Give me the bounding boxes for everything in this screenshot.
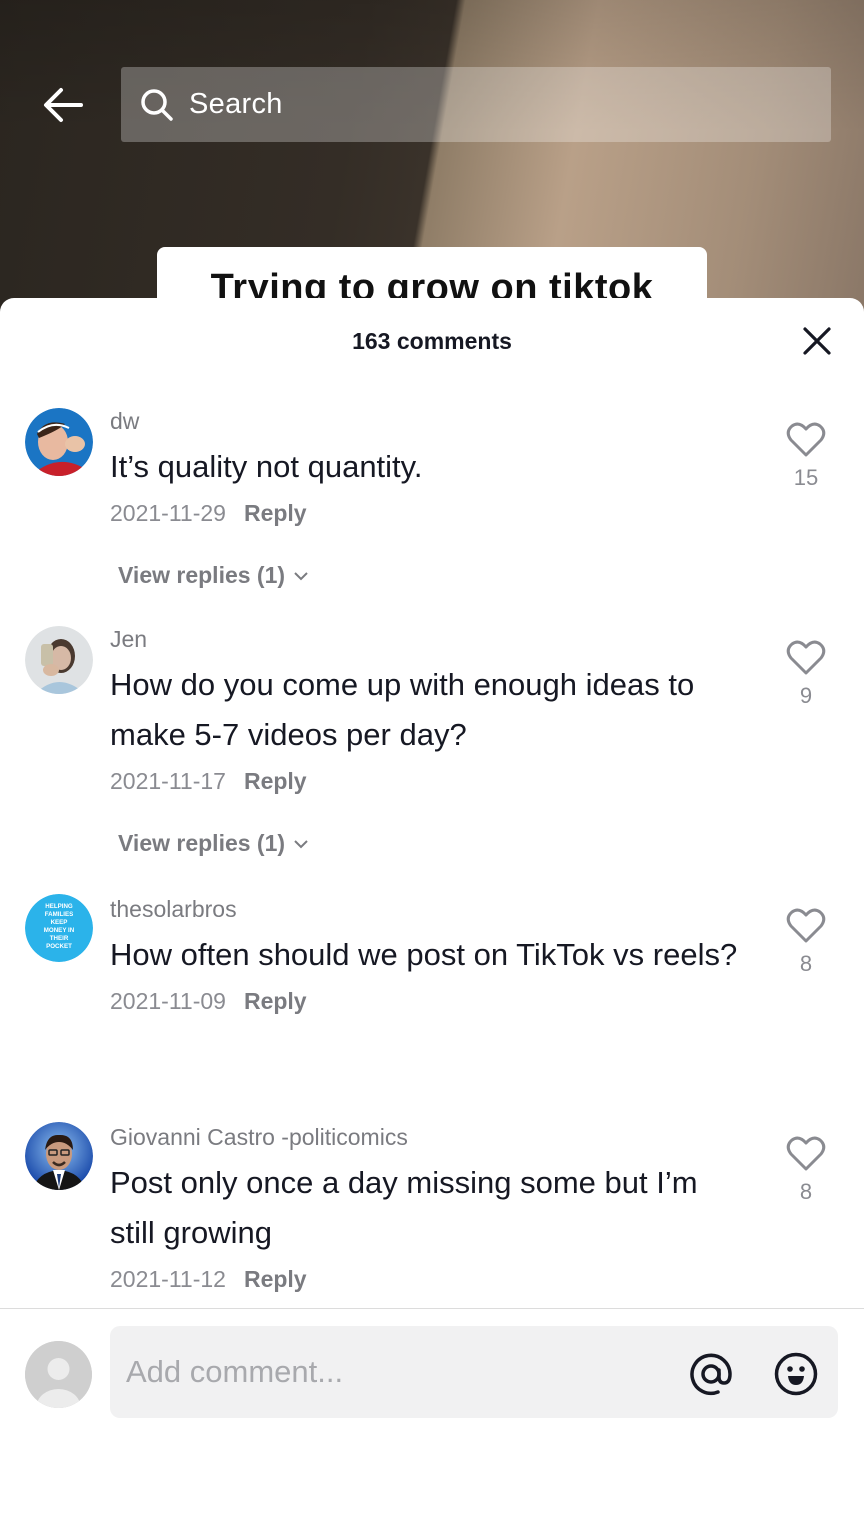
video-background: Search Trying to grow on tiktok (0, 0, 864, 330)
like-button[interactable]: 15 (782, 422, 830, 491)
like-button[interactable]: 8 (782, 1136, 830, 1205)
heart-icon (786, 422, 826, 457)
avatar[interactable]: HELPING FAMILIES KEEP MONEY IN THEIR POC… (25, 894, 93, 962)
reply-button[interactable]: Reply (244, 988, 307, 1014)
comment-body: Jen How do you come up with enough ideas… (110, 624, 760, 798)
like-count: 15 (793, 465, 819, 490)
like-button[interactable]: 9 (782, 640, 830, 709)
comment-meta: 2021-11-17 Reply (110, 764, 760, 798)
comment-username[interactable]: dw (110, 406, 760, 436)
comment-input-box[interactable] (110, 1326, 838, 1418)
comment-text: How do you come up with enough ideas to … (110, 667, 695, 752)
comment-username[interactable]: Jen (110, 624, 760, 654)
svg-text:MONEY IN: MONEY IN (44, 927, 75, 934)
chevron-down-icon (293, 571, 309, 581)
comment-meta: 2021-11-12 Reply (110, 1262, 760, 1296)
svg-text:POCKET: POCKET (46, 943, 72, 950)
like-button[interactable]: 8 (782, 908, 830, 977)
user-avatar (25, 1341, 92, 1408)
sheet-header: 163 comments (0, 298, 864, 384)
comment-input[interactable] (126, 1354, 666, 1390)
search-input[interactable]: Search (121, 67, 831, 142)
comment-username[interactable]: Giovanni Castro -politicomics (110, 1122, 760, 1152)
comment-date: 2021-11-09 (110, 988, 226, 1014)
reply-button[interactable]: Reply (244, 500, 307, 526)
view-replies-button[interactable]: View replies (1) (118, 562, 309, 589)
avatar[interactable] (25, 408, 93, 476)
search-placeholder: Search (189, 88, 283, 120)
comment-meta: 2021-11-29 Reply (110, 496, 760, 530)
heart-icon (786, 1136, 826, 1171)
comment-body: dw It’s quality not quantity. 2021-11-29… (110, 406, 760, 530)
heart-icon (786, 908, 826, 943)
comment-text: It’s quality not quantity. (110, 449, 423, 484)
arrow-left-icon (44, 88, 83, 122)
comment-date: 2021-11-17 (110, 768, 226, 794)
comment-date: 2021-11-12 (110, 1266, 226, 1292)
comment-meta: 2021-11-09 Reply (110, 984, 760, 1018)
comment-text: How often should we post on TikTok vs re… (110, 937, 738, 972)
view-replies-label: View replies (1) (118, 562, 286, 588)
comment-body: thesolarbros How often should we post on… (110, 894, 760, 1018)
default-avatar-icon (25, 1341, 92, 1408)
emoji-icon[interactable] (772, 1350, 820, 1398)
heart-icon (786, 640, 826, 675)
reply-button[interactable]: Reply (244, 1266, 307, 1292)
like-count: 8 (799, 1179, 813, 1204)
close-button[interactable] (800, 324, 834, 358)
comment-username[interactable]: thesolarbros (110, 894, 760, 924)
comment-text: Post only once a day missing some but I’… (110, 1165, 698, 1250)
comment-body: Giovanni Castro -politicomics Post only … (110, 1122, 760, 1296)
svg-text:HELPING: HELPING (45, 903, 73, 910)
like-count: 9 (799, 683, 813, 708)
at-sign-icon[interactable] (687, 1350, 735, 1398)
comment-composer (0, 1309, 864, 1536)
search-icon (139, 87, 175, 123)
chevron-down-icon (293, 839, 309, 849)
svg-text:THEIR: THEIR (50, 935, 69, 942)
view-replies-label: View replies (1) (118, 830, 286, 856)
like-count: 8 (799, 951, 813, 976)
comment-date: 2021-11-29 (110, 500, 226, 526)
view-replies-button[interactable]: View replies (1) (118, 830, 309, 857)
reply-button[interactable]: Reply (244, 768, 307, 794)
close-icon (803, 327, 831, 355)
svg-text:FAMILIES: FAMILIES (45, 911, 74, 918)
avatar[interactable] (25, 1122, 93, 1190)
comment-count: 163 comments (352, 328, 512, 354)
avatar[interactable] (25, 626, 93, 694)
svg-text:KEEP: KEEP (51, 919, 68, 926)
back-button[interactable] (38, 80, 88, 130)
